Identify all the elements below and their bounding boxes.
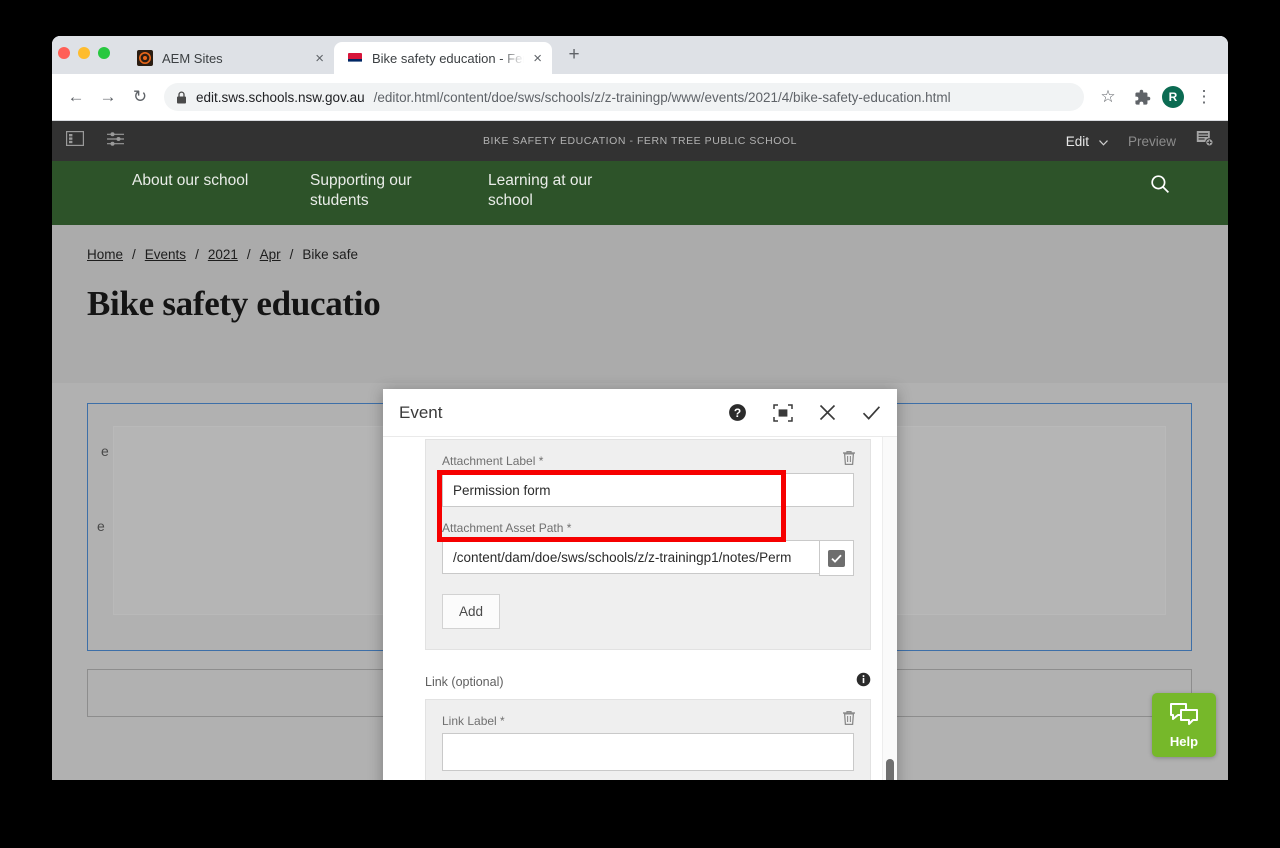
aem-toolbar-left: [66, 131, 125, 152]
breadcrumb-item-apr[interactable]: Apr: [260, 247, 281, 262]
breadcrumb-separator: /: [195, 247, 199, 262]
breadcrumb-separator: /: [132, 247, 136, 262]
attachment-label-input[interactable]: [442, 473, 854, 507]
address-bar[interactable]: edit.sws.schools.nsw.gov.au/editor.html/…: [164, 83, 1084, 111]
confirm-check-icon[interactable]: [862, 405, 881, 421]
aem-icon: [137, 50, 153, 66]
page-content-area: Home / Events / 2021 / Apr / Bike safe B…: [52, 225, 1228, 780]
breadcrumb-item-events[interactable]: Events: [145, 247, 186, 262]
padlock-icon: [177, 90, 186, 103]
aem-editor-toolbar: BIKE SAFETY EDUCATION - FERN TREE PUBLIC…: [52, 121, 1228, 161]
close-icon[interactable]: [819, 404, 836, 421]
back-button[interactable]: ←: [62, 83, 90, 111]
link-label-field-label: Link Label *: [442, 714, 505, 728]
browser-menu-button[interactable]: ⋮: [1190, 83, 1218, 111]
hidden-text-fragment-1: e: [101, 443, 109, 459]
toolbar-actions: ☆ R ⋮: [1094, 83, 1218, 111]
extensions-icon[interactable]: [1128, 83, 1156, 111]
reload-button[interactable]: ↻: [126, 83, 154, 111]
dialog-title: Event: [399, 402, 443, 422]
help-widget-button[interactable]: Help: [1152, 693, 1216, 757]
attachment-label-field-label: Attachment Label *: [442, 454, 544, 468]
aem-page-title: BIKE SAFETY EDUCATION - FERN TREE PUBLIC…: [482, 135, 798, 147]
breadcrumb-item-current: Bike safe: [302, 247, 358, 262]
dialog-scrollbar[interactable]: [882, 437, 897, 780]
dialog-scrollbar-thumb[interactable]: [886, 759, 894, 780]
add-attachment-button[interactable]: Add: [442, 594, 501, 629]
dialog-header: Event ?: [383, 389, 897, 437]
tab-title: AEM Sites: [162, 50, 223, 66]
attachment-path-picker-button[interactable]: [819, 540, 854, 576]
hidden-text-fragment-2: e: [97, 518, 105, 534]
link-section-header: Link (optional): [425, 672, 871, 692]
close-tab-button[interactable]: ×: [533, 51, 542, 66]
chevron-down-icon: [1099, 134, 1108, 149]
tab-title: Bike safety education - Fern Tr: [372, 50, 524, 66]
checkbox-picker-icon: [828, 549, 845, 567]
bookmark-star-icon[interactable]: ☆: [1094, 83, 1122, 111]
profile-avatar[interactable]: R: [1162, 86, 1184, 108]
breadcrumb-item-2021[interactable]: 2021: [208, 247, 238, 262]
school-site-nav: About our school Supporting our students…: [52, 161, 1228, 225]
dialog-scroll-content: Attachment Label * Attachment Asset Path…: [383, 437, 897, 780]
delete-attachment-icon[interactable]: [842, 450, 856, 471]
forward-button[interactable]: →: [94, 83, 122, 111]
svg-text:?: ?: [734, 406, 741, 420]
url-domain: edit.sws.schools.nsw.gov.au: [196, 89, 365, 105]
browser-tab-aem-sites[interactable]: AEM Sites ×: [124, 42, 334, 74]
browser-tab-bike-safety[interactable]: Bike safety education - Fern Tr ×: [334, 42, 552, 74]
breadcrumb-separator: /: [246, 247, 251, 262]
breadcrumb: Home / Events / 2021 / Apr / Bike safe: [52, 225, 1228, 262]
new-tab-button[interactable]: +: [562, 43, 586, 67]
nav-item-supporting-our-students[interactable]: Supporting our students: [310, 171, 462, 211]
browser-window: AEM Sites × Bike safety education - Fern…: [52, 36, 1228, 780]
window-controls[interactable]: [58, 47, 110, 59]
delete-link-icon[interactable]: [842, 710, 856, 731]
fullscreen-icon[interactable]: [773, 403, 793, 422]
attachment-path-input[interactable]: [442, 540, 819, 574]
dialog-actions: ?: [728, 403, 881, 422]
aem-toolbar-right: Edit Preview: [1066, 130, 1214, 152]
browser-toolbar: ← → ↻ edit.sws.schools.nsw.gov.au/editor…: [52, 74, 1228, 121]
breadcrumb-item-home[interactable]: Home: [87, 247, 123, 262]
edit-mode-label: Edit: [1065, 133, 1089, 149]
attachment-path-field-label: Attachment Asset Path *: [442, 521, 572, 535]
url-path: /editor.html/content/doe/sws/schools/z/z…: [373, 89, 951, 105]
close-tab-button[interactable]: ×: [315, 51, 324, 66]
nav-item-learning-at-our-school[interactable]: Learning at our school: [488, 171, 640, 211]
edit-mode-selector[interactable]: Edit: [1066, 134, 1108, 149]
attachment-fieldset: Attachment Label * Attachment Asset Path…: [425, 439, 871, 650]
dialog-body: Attachment Label * Attachment Asset Path…: [383, 437, 897, 780]
maximize-window-button[interactable]: [98, 47, 110, 59]
link-fieldset: Link Label * Link destination * Add: [425, 699, 871, 780]
tab-strip: AEM Sites × Bike safety education - Fern…: [52, 36, 1228, 74]
page-title: Bike safety educatio: [87, 284, 381, 323]
breadcrumb-separator: /: [289, 247, 294, 262]
link-section-label: Link (optional): [425, 675, 504, 689]
info-icon[interactable]: [856, 672, 871, 692]
event-dialog: Event ? Attachment Label * Permission fo…: [383, 389, 897, 780]
nav-item-about-our-school[interactable]: About our school: [132, 171, 284, 191]
attachment-path-row: [442, 540, 854, 576]
chat-bubbles-icon: [1169, 702, 1199, 731]
help-widget-label: Help: [1169, 733, 1199, 749]
preview-button[interactable]: Preview: [1128, 134, 1176, 149]
search-icon[interactable]: [1150, 174, 1170, 199]
link-label-input[interactable]: [442, 733, 854, 771]
nsw-gov-icon: [348, 53, 362, 63]
help-info-icon[interactable]: ?: [728, 403, 747, 422]
minimize-window-button[interactable]: [78, 47, 90, 59]
sidebar-panel-icon[interactable]: [66, 131, 84, 151]
close-window-button[interactable]: [58, 47, 70, 59]
sliders-icon[interactable]: [106, 131, 125, 152]
annotations-icon[interactable]: [1196, 130, 1214, 152]
